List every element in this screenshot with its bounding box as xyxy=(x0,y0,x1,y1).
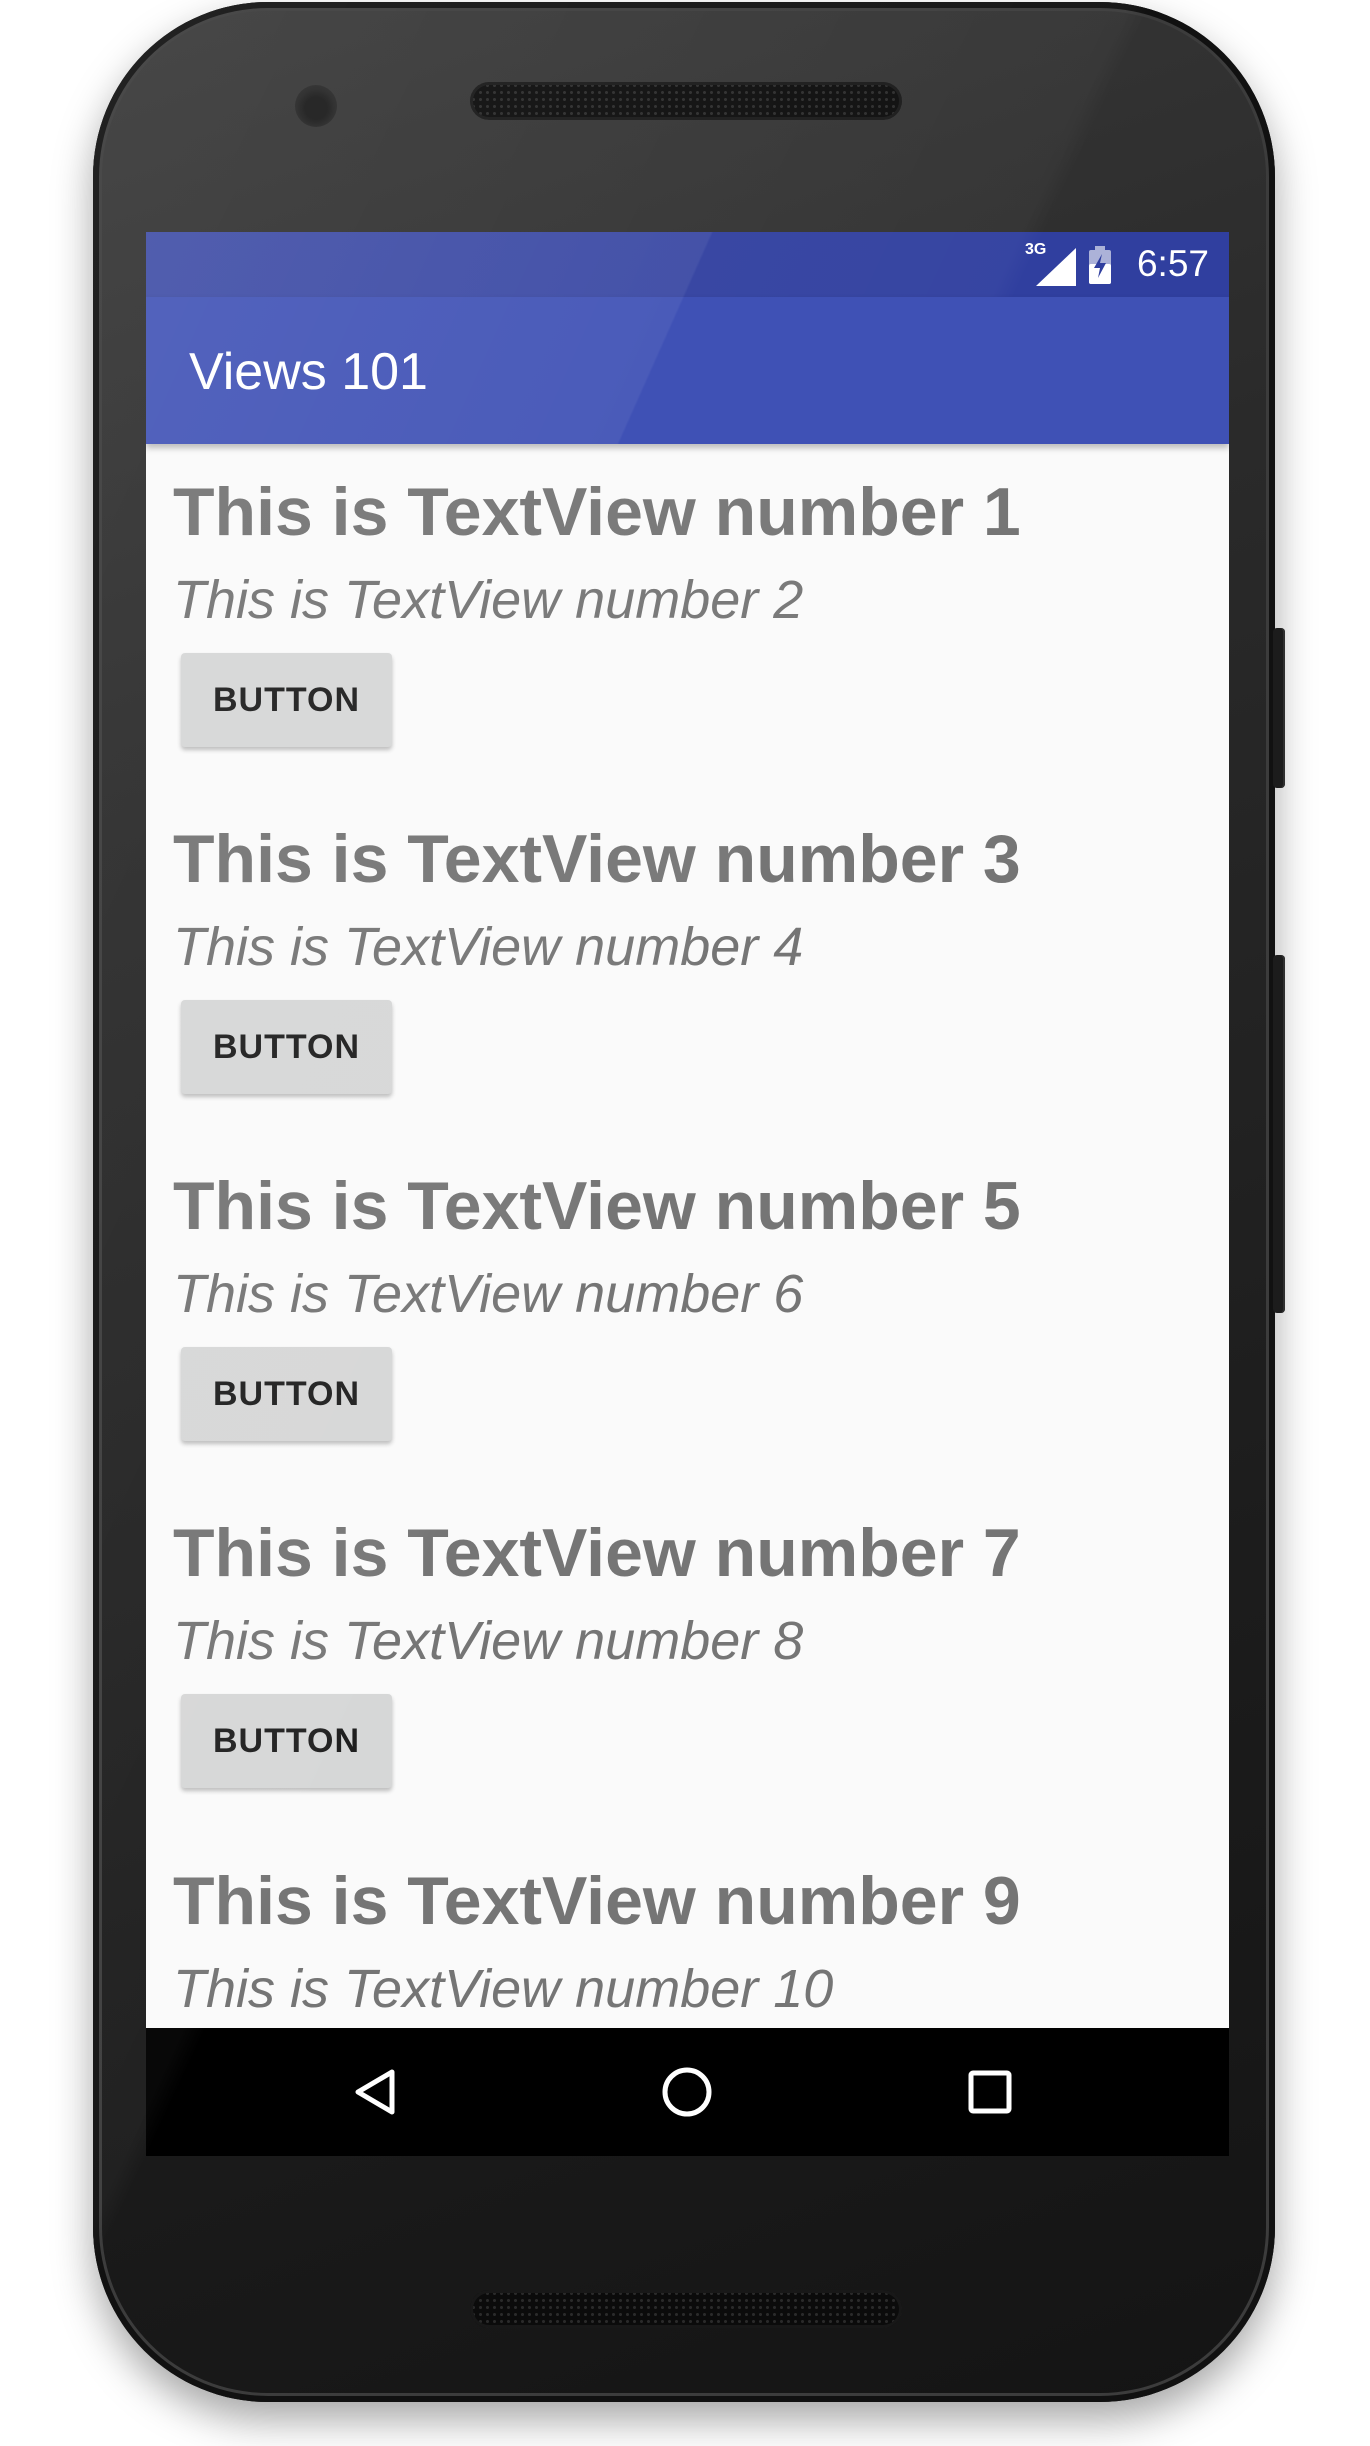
app-bar: Views 101 xyxy=(146,297,1229,444)
textview-7: This is TextView number 7 xyxy=(173,1515,1021,1591)
back-icon[interactable] xyxy=(340,2056,412,2128)
bottom-speaker xyxy=(470,2290,902,2328)
textview-4: This is TextView number 4 xyxy=(173,917,804,977)
button-3[interactable]: BUTTON xyxy=(181,1347,392,1441)
textview-9: This is TextView number 9 xyxy=(173,1863,1021,1939)
button-1[interactable]: BUTTON xyxy=(181,653,392,747)
status-clock: 6:57 xyxy=(1136,243,1209,284)
textview-8: This is TextView number 8 xyxy=(173,1611,804,1671)
front-camera xyxy=(295,85,337,127)
status-bar: 3G 6:57 xyxy=(146,232,1229,297)
recents-icon[interactable] xyxy=(954,2056,1026,2128)
screen: 3G 6:57 Views 101 This is TextView numbe… xyxy=(146,232,1229,2156)
earpiece-speaker xyxy=(470,82,902,120)
battery-charging-icon xyxy=(1089,246,1111,284)
navigation-bar xyxy=(146,2028,1229,2156)
signal-icon xyxy=(1036,248,1076,286)
textview-5: This is TextView number 5 xyxy=(173,1168,1021,1244)
button-2[interactable]: BUTTON xyxy=(181,1000,392,1094)
textview-6: This is TextView number 6 xyxy=(173,1264,804,1324)
app-title: Views 101 xyxy=(189,343,428,401)
textview-2: This is TextView number 2 xyxy=(173,570,804,630)
power-button[interactable] xyxy=(1273,628,1285,788)
home-icon[interactable] xyxy=(651,2056,723,2128)
volume-rocker[interactable] xyxy=(1273,955,1285,1313)
textview-3: This is TextView number 3 xyxy=(173,821,1021,897)
textview-10: This is TextView number 10 xyxy=(173,1959,834,2019)
button-4[interactable]: BUTTON xyxy=(181,1694,392,1788)
textview-1: This is TextView number 1 xyxy=(173,474,1021,550)
